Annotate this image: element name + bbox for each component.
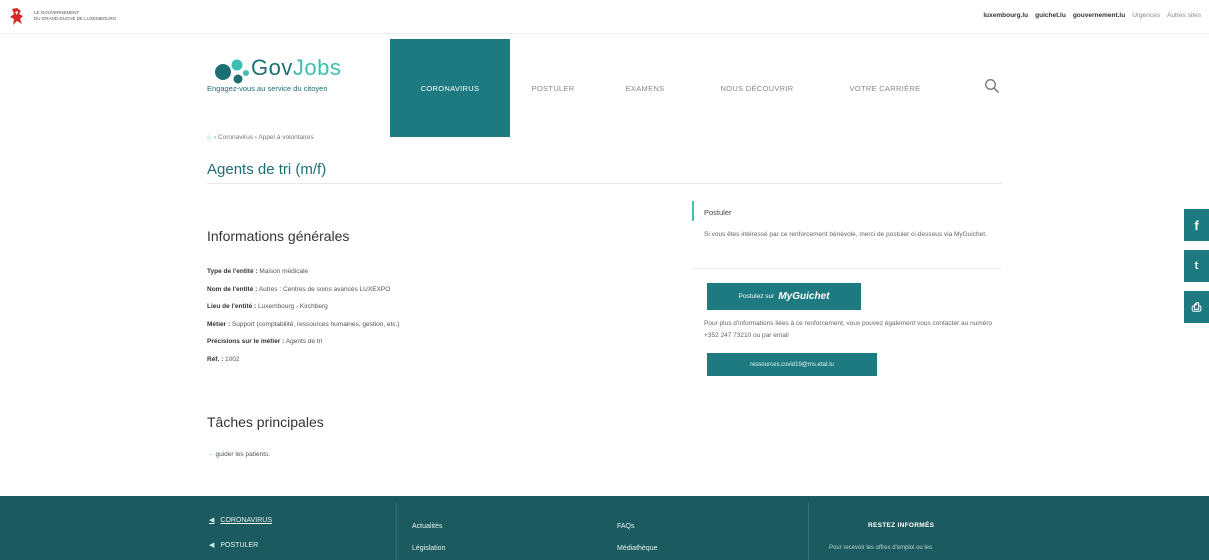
government-name[interactable]: LE GOUVERNEMENT DU GRAND-DUCHÉ DE LUXEMB… [34,10,144,22]
gov-name-line2: DU GRAND-DUCHÉ DE LUXEMBOURG [34,16,117,21]
logo-gov: Gov [251,55,293,80]
breadcrumb-trail[interactable]: › Coronavirus › Appel à volontaires [214,134,314,141]
footer-divider [396,503,397,560]
main-tasks-heading: Tâches principales [207,414,324,430]
newsletter-text: Pour recevoir les offres d'emploi ou les [829,545,933,551]
logo-wordmark: GovJobs [251,55,341,81]
print-icon[interactable]: ⎙ [1184,291,1209,323]
footer [0,496,1209,560]
info-row-type: Type de l'entité : Maison médicale [207,266,400,284]
government-links: luxembourg.lu guichet.lu gouvernement.lu… [983,12,1201,19]
info-key: Nom de l'entité : [207,285,258,293]
gov-link-guichet[interactable]: guichet.lu [1035,12,1066,19]
newsletter-heading: RESTEZ INFORMÉS [868,522,935,529]
apply-divider [692,268,1002,269]
gov-link-luxembourg[interactable]: luxembourg.lu [983,12,1028,19]
megaphone-icon: ◀ [209,517,215,524]
footer-link-coronavirus[interactable]: ◀ CORONAVIRUS [209,516,272,524]
info-row-precisions: Précisions sur le métier : Agents de tri [207,336,400,354]
footer-link-postuler[interactable]: ◀ POSTULER [209,541,258,549]
info-value: Autres : Centres de soins avancés LUXEXP… [257,285,391,293]
footer-link-text: POSTULER [220,542,259,549]
task-text: guider les patients. [215,451,271,458]
apply-button-prefix: Postulez sur [738,293,775,300]
general-info-list: Type de l'entité : Maison médicale Nom d… [207,266,400,371]
info-key: Lieu de l'entité : [207,303,257,310]
megaphone-icon: ◀ [209,542,215,549]
govjobs-logo[interactable]: GovJobs Engagez-vous au service du citoy… [207,52,377,96]
title-divider [207,183,1002,184]
myguichet-brand: MyGuichet [778,291,830,302]
arrow-right-icon: → [207,451,214,458]
luxembourg-lion-icon[interactable] [9,7,25,27]
footer-link-legislation[interactable]: Législation [412,545,445,552]
footer-link-faqs[interactable]: FAQs [617,523,635,530]
government-bar: LE GOUVERNEMENT DU GRAND-DUCHÉ DE LUXEMB… [0,0,1209,34]
footer-link-mediatheque[interactable]: Médiathèque [617,545,657,552]
task-item: → guider les patients. [207,451,270,458]
info-value: Support (comptabilité, ressources humain… [230,320,400,328]
nav-item-postuler[interactable]: POSTULER [510,39,596,137]
gov-link-gouvernement[interactable]: gouvernement.lu [1073,12,1125,19]
footer-link-actualites[interactable]: Actualités [412,523,442,530]
email-button[interactable]: ressources.covid19@ms.etat.lu [707,353,877,376]
logo-tagline: Engagez-vous au service du citoyen [207,84,328,93]
footer-link-text: CORONAVIRUS [220,517,272,524]
nav-item-coronavirus[interactable]: CORONAVIRUS [390,39,510,137]
info-key: Précisions sur le métier : [207,338,285,345]
info-row-metier: Métier : Support (comptabilité, ressourc… [207,319,400,337]
info-value: Agents de tri [284,338,323,345]
twitter-icon[interactable]: t [1184,250,1209,282]
info-row-lieu: Lieu de l'entité : Luxembourg - Kirchber… [207,301,400,319]
contact-text: Pour plus d'informations liées à ce renf… [704,320,993,339]
logo-jobs: Jobs [292,55,342,80]
breadcrumb: ⌂ › Coronavirus › Appel à volontaires [207,134,314,141]
search-icon[interactable] [984,78,1000,94]
info-value: Luxembourg - Kirchberg [256,303,328,310]
info-key: Type de l'entité : [207,268,258,275]
nav-item-examens[interactable]: EXAMENS [596,39,694,137]
info-key: Réf. : [207,355,224,363]
info-row-nom: Nom de l'entité : Autres : Centres de so… [207,284,400,302]
general-info-heading: Informations générales [207,228,350,244]
info-key: Métier : [207,320,231,328]
main-nav: CORONAVIRUS POSTULER EXAMENS NOUS DÉCOUV… [390,39,950,137]
logo-dots-icon [215,59,249,84]
nav-item-nous-decouvrir[interactable]: NOUS DÉCOUVRIR [694,39,820,137]
page-title: Agents de tri (m/f) [207,161,327,178]
gov-link-autres-sites[interactable]: Autres sites [1167,12,1201,19]
info-value: Maison médicale [257,268,309,275]
nav-item-votre-carriere[interactable]: VOTRE CARRIÈRE [820,39,950,137]
footer-divider [808,503,809,560]
info-value: 1002 [223,355,240,363]
home-icon[interactable]: ⌂ [207,134,211,141]
facebook-icon[interactable]: f [1184,209,1209,241]
apply-title: Postuler [704,208,732,217]
apply-myguichet-button[interactable]: Postulez sur MyGuichet [707,283,861,310]
apply-text: Si vous êtes intéressé par ce renforceme… [704,231,987,238]
apply-accent-bar [692,201,694,221]
gov-link-urgences[interactable]: Urgences [1132,12,1160,19]
info-row-ref: Réf. : 1002 [207,354,400,372]
